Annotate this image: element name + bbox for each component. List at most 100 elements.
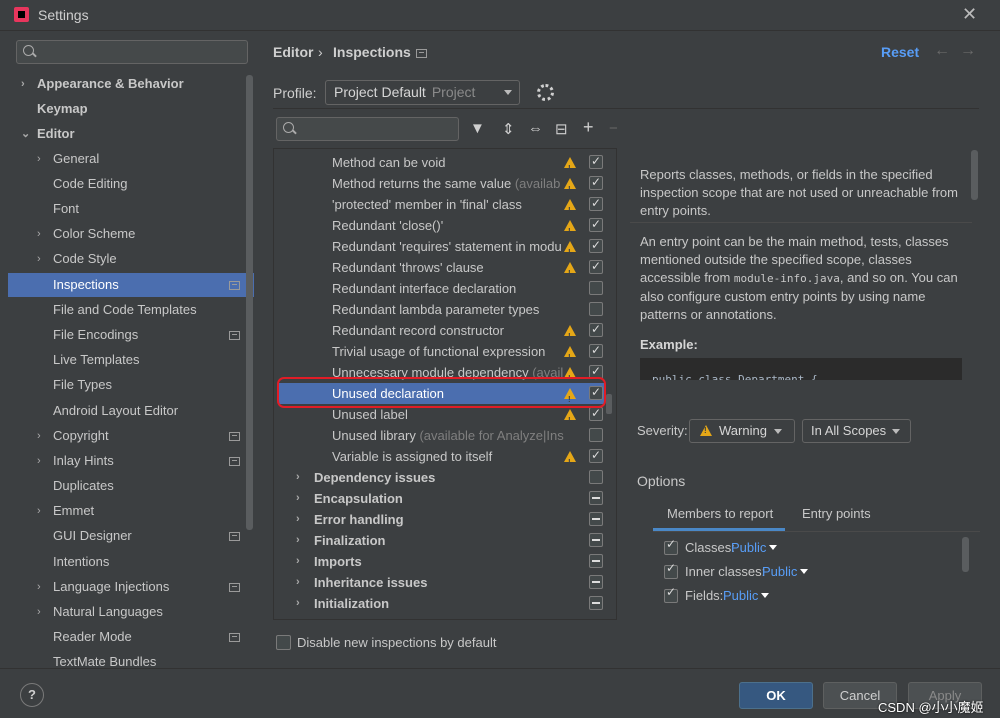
expand-all-icon[interactable]: ⇕ — [502, 120, 515, 138]
tree-item-reader-mode[interactable]: Reader Mode — [8, 625, 254, 649]
option-fields[interactable]: Fields: Public — [664, 585, 804, 604]
inspection-row[interactable]: Redundant 'throws' clause — [274, 256, 604, 284]
back-arrow-icon[interactable]: ← — [934, 42, 950, 60]
remove-icon[interactable]: − — [609, 120, 618, 137]
inspection-checkbox[interactable] — [589, 596, 603, 610]
tree-item-general[interactable]: › General — [8, 147, 254, 171]
tree-item-code-style[interactable]: › Code Style — [8, 247, 254, 271]
help-button[interactable]: ? — [20, 683, 44, 707]
tree-item-inlay-hints[interactable]: › Inlay Hints — [8, 449, 254, 473]
collapse-all-icon[interactable]: ⇔ — [528, 120, 543, 137]
tree-item-keymap[interactable]: Keymap — [8, 97, 254, 121]
filter-icon[interactable]: ▼ — [470, 120, 485, 137]
chevron-down-icon — [769, 545, 777, 550]
add-icon[interactable]: + — [583, 117, 594, 138]
description-scrollbar[interactable] — [971, 150, 978, 200]
inner-classes-checkbox[interactable] — [664, 561, 678, 579]
fields-checkbox[interactable] — [664, 585, 678, 603]
inspection-group[interactable]: › Finalization — [274, 530, 604, 551]
settings-search-input[interactable] — [16, 40, 248, 64]
inspection-checkbox[interactable] — [589, 575, 603, 589]
forward-arrow-icon[interactable]: → — [960, 42, 976, 60]
tree-item-file-encodings[interactable]: File Encodings — [8, 323, 254, 347]
tree-item-font[interactable]: Font — [8, 197, 254, 221]
inspection-checkbox[interactable] — [589, 235, 603, 256]
tree-item-duplicates[interactable]: Duplicates — [8, 474, 254, 498]
reset-link[interactable]: Reset — [881, 44, 919, 60]
reset-to-default-icon[interactable]: ⊟ — [555, 120, 568, 138]
classes-checkbox[interactable] — [664, 537, 678, 555]
tree-item-emmet[interactable]: › Emmet — [8, 499, 254, 523]
option-inner-classes[interactable]: Inner classes: Public — [664, 561, 824, 580]
inspection-group[interactable]: › Error handling — [274, 509, 604, 530]
close-icon[interactable]: ✕ — [962, 4, 977, 25]
tree-item-code-editing[interactable]: Code Editing — [8, 172, 254, 196]
inspection-checkbox[interactable] — [589, 445, 603, 466]
tree-item-copyright[interactable]: › Copyright — [8, 424, 254, 448]
disable-new-inspections-checkbox[interactable] — [276, 635, 291, 650]
inner-classes-visibility-link[interactable]: Public — [762, 564, 797, 579]
inspection-row[interactable]: Redundant record constructor — [274, 319, 604, 347]
inspection-row[interactable]: Method returns the same value (availab — [274, 172, 604, 200]
inspection-group[interactable]: › Initialization — [274, 593, 604, 614]
tree-item-appearance[interactable]: › Appearance & Behavior — [8, 72, 254, 96]
inspection-row[interactable]: Redundant interface declaration — [274, 278, 604, 299]
inspection-row[interactable]: Redundant lambda parameter types — [274, 299, 604, 320]
inspection-row[interactable]: Redundant 'close()' — [274, 214, 604, 242]
ok-button[interactable]: OK — [739, 682, 813, 709]
inspection-checkbox[interactable] — [589, 214, 603, 235]
fields-visibility-link[interactable]: Public — [723, 588, 758, 603]
search-icon — [283, 122, 294, 133]
inspection-group[interactable]: › Dependency issues — [274, 467, 604, 488]
inspection-search-input[interactable] — [276, 117, 459, 141]
inspection-checkbox[interactable] — [589, 193, 603, 214]
inspection-checkbox[interactable] — [589, 302, 603, 316]
inspection-row[interactable]: Method can be void — [274, 151, 604, 179]
inspection-checkbox[interactable] — [589, 256, 603, 277]
gear-icon[interactable] — [537, 84, 554, 101]
tree-item-gui-designer[interactable]: GUI Designer — [8, 524, 254, 548]
inspection-group[interactable]: › Encapsulation — [274, 488, 604, 509]
inspection-row[interactable]: Variable is assigned to itself — [274, 445, 604, 473]
tree-item-color-scheme[interactable]: › Color Scheme — [8, 222, 254, 246]
profile-dropdown[interactable]: Project Default Project — [325, 80, 520, 105]
inspection-row[interactable]: 'protected' member in 'final' class — [274, 193, 604, 221]
inspection-checkbox[interactable] — [589, 340, 603, 361]
inspection-group[interactable]: › Inheritance issues — [274, 572, 604, 593]
inspection-checkbox[interactable] — [589, 319, 603, 340]
tree-item-textmate-bundles[interactable]: TextMate Bundles — [8, 650, 254, 674]
inspection-row[interactable]: Unused library (available for Analyze|In… — [274, 425, 604, 446]
inspection-checkbox[interactable] — [589, 491, 603, 505]
sidebar-scrollbar[interactable] — [246, 75, 253, 530]
inspection-checkbox[interactable] — [589, 403, 603, 424]
inspection-checkbox[interactable] — [589, 533, 603, 547]
inspection-row[interactable]: Trivial usage of functional expression — [274, 340, 604, 368]
tree-item-live-templates[interactable]: Live Templates — [8, 348, 254, 372]
inspection-checkbox[interactable] — [589, 151, 603, 172]
tree-item-language-injections[interactable]: › Language Injections — [8, 575, 254, 599]
tree-item-inspections[interactable]: Inspections — [8, 273, 254, 297]
inspection-checkbox[interactable] — [589, 428, 603, 442]
severity-dropdown[interactable]: Warning — [689, 419, 795, 443]
inspection-list-scrollbar[interactable] — [606, 394, 612, 414]
inspection-checkbox[interactable] — [589, 470, 603, 484]
tree-item-intentions[interactable]: Intentions — [8, 550, 254, 574]
tree-item-file-types[interactable]: File Types — [8, 373, 254, 397]
tree-item-editor[interactable]: ⌄ Editor — [8, 122, 254, 146]
inspection-checkbox[interactable] — [589, 554, 603, 568]
options-scrollbar[interactable] — [962, 537, 969, 572]
tree-item-android-layout-editor[interactable]: Android Layout Editor — [8, 399, 254, 423]
tab-entry-points[interactable]: Entry points — [802, 506, 871, 521]
inspection-checkbox[interactable] — [589, 512, 603, 526]
scope-dropdown[interactable]: In All Scopes — [802, 419, 911, 443]
tree-item-file-code-templates[interactable]: File and Code Templates — [8, 298, 254, 322]
classes-visibility-link[interactable]: Public — [731, 540, 766, 555]
tab-members-to-report[interactable]: Members to report — [667, 506, 773, 521]
tree-item-natural-languages[interactable]: › Natural Languages — [8, 600, 254, 624]
option-classes[interactable]: Classes: Public — [664, 537, 804, 556]
inspection-row[interactable]: Redundant 'requires' statement in modu — [274, 235, 604, 263]
inspection-checkbox[interactable] — [589, 281, 603, 295]
inspection-checkbox[interactable] — [589, 172, 603, 193]
inspection-group[interactable]: › Imports — [274, 551, 604, 572]
chevron-right-icon: › — [296, 555, 300, 567]
